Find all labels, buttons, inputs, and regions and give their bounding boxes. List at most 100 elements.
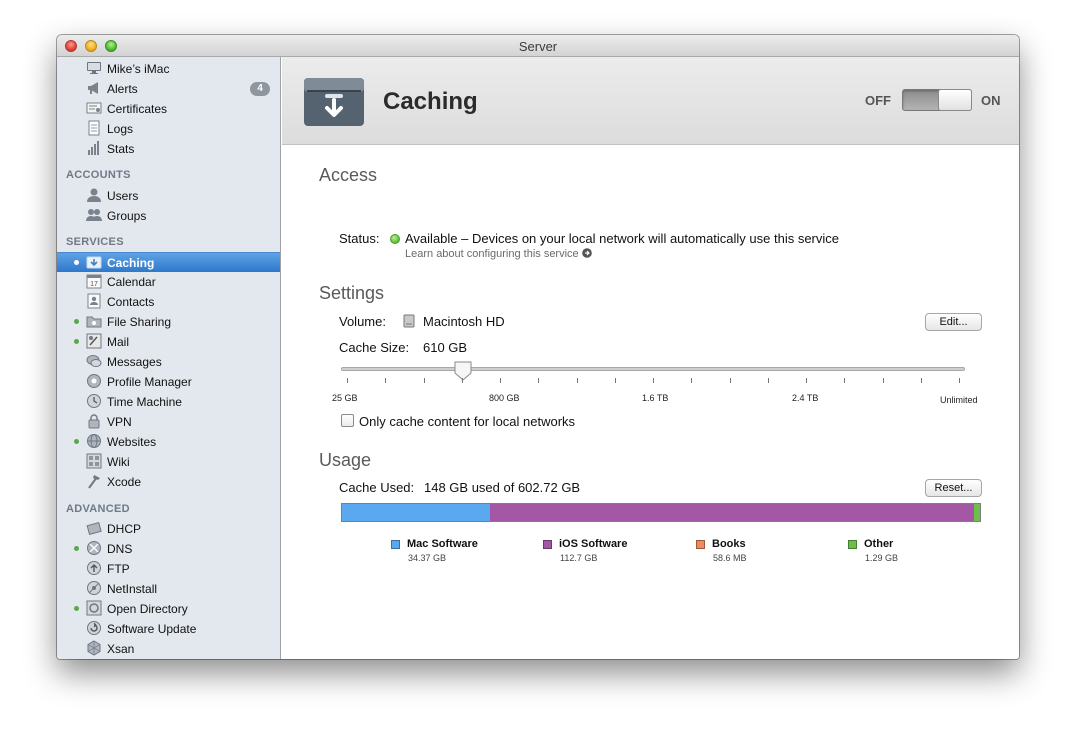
sidebar-item-contacts[interactable]: Contacts (57, 292, 280, 312)
cache-used-value: 148 GB used of 602.72 GB (424, 480, 581, 495)
cache-used-label: Cache Used: (339, 480, 415, 495)
sidebar-item-websites[interactable]: Websites (57, 432, 280, 452)
slider-tick (844, 378, 846, 383)
sidebar-item-label: Contacts (107, 295, 155, 309)
accounts-section-header: ACCOUNTS (66, 169, 131, 181)
service-active-indicator (74, 339, 79, 344)
sidebar-item-software-update[interactable]: Software Update (57, 619, 280, 639)
switch-knob[interactable] (938, 89, 972, 111)
sidebar-item-label: Mail (107, 335, 130, 349)
usage-segment (974, 504, 980, 521)
sidebar-item-mail[interactable]: Mail (57, 332, 280, 352)
calendar-icon: 17 (86, 274, 102, 289)
slider-tick (500, 378, 501, 383)
local-networks-checkbox-label[interactable]: Only cache content for local networks (359, 414, 575, 429)
legend-swatch (543, 540, 552, 549)
slider-tick (576, 378, 578, 383)
megaphone-icon (88, 82, 98, 94)
sidebar-item-xsan[interactable]: Xsan (57, 639, 280, 659)
sidebar-item-users[interactable]: Users (57, 186, 280, 206)
legend-name: Mac Software (407, 538, 478, 550)
sidebar-item-label: FTP (107, 562, 130, 576)
sidebar-item-netinstall[interactable]: NetInstall (57, 579, 280, 599)
service-on-off-switch[interactable] (902, 89, 972, 111)
server-window: Server Mike’s iMac Alerts 4 Certificates… (57, 35, 1019, 659)
slider-tick (882, 378, 884, 383)
legend-swatch (848, 540, 857, 549)
usage-segment (342, 504, 490, 521)
slider-tick-label: 1.6 TB (642, 393, 669, 403)
slider-tick (653, 378, 654, 383)
legend-swatch (696, 540, 705, 549)
sidebar-item-caching[interactable]: Caching (57, 252, 280, 272)
xcode-icon (88, 475, 100, 489)
dhcp-icon (86, 521, 102, 535)
service-active-indicator (74, 606, 79, 611)
sidebar-item-label: Messages (107, 355, 162, 369)
sidebar-item-label: Wiki (107, 455, 130, 469)
sidebar-item-stats[interactable]: Stats (57, 139, 280, 159)
cache-size-label: Cache Size: (339, 340, 410, 355)
user-icon (87, 188, 101, 202)
group-icon (86, 209, 102, 221)
sidebar-item-alerts[interactable]: Alerts 4 (57, 79, 280, 99)
cache-size-slider-track[interactable] (341, 367, 965, 371)
access-section-title: Access (319, 165, 378, 185)
learn-more-label: Learn about configuring this service (405, 248, 579, 260)
settings-section-title: Settings (319, 283, 385, 303)
sidebar-item-label: DNS (107, 542, 133, 556)
title-bar[interactable]: Server (57, 35, 1019, 57)
learn-more-link[interactable]: Learn about configuring this service (405, 248, 592, 260)
local-networks-checkbox[interactable] (341, 414, 354, 427)
sidebar-item-profile-manager[interactable]: Profile Manager (57, 372, 280, 392)
usage-section-title: Usage (319, 450, 372, 470)
sidebar-item-label: Websites (107, 435, 157, 449)
slider-tick (920, 378, 922, 383)
slider-tick (423, 378, 425, 383)
legend-value: 1.29 GB (865, 553, 899, 563)
sidebar-item-calendar[interactable]: 17 Calendar (57, 272, 280, 292)
arrow-circle-icon (581, 248, 592, 258)
sidebar-item-dns[interactable]: DNS (57, 539, 280, 559)
slider-tick (691, 378, 693, 383)
sidebar-item-label: Open Directory (107, 602, 188, 616)
sidebar-item-time-machine[interactable]: Time Machine (57, 392, 280, 412)
sidebar: Mike’s iMac Alerts 4 Certificates Logs S… (57, 57, 281, 659)
sidebar-item-wiki[interactable]: Wiki (57, 452, 280, 472)
sidebar-item-ftp[interactable]: FTP (57, 559, 280, 579)
sidebar-item-logs[interactable]: Logs (57, 119, 280, 139)
sidebar-item-label: VPN (107, 415, 132, 429)
sidebar-item-certificates[interactable]: Certificates (57, 99, 280, 119)
services-section-header: SERVICES (66, 236, 124, 248)
edit-volume-button[interactable]: Edit... (925, 313, 982, 331)
slider-tick (806, 378, 807, 383)
sidebar-item-label: Mike’s iMac (107, 62, 170, 76)
profile-manager-icon (87, 374, 101, 388)
sidebar-item-dhcp[interactable]: DHCP (57, 519, 280, 539)
sidebar-item-label: Users (107, 189, 139, 203)
sidebar-item-messages[interactable]: Messages (57, 352, 280, 372)
file-sharing-icon (86, 316, 102, 328)
cache-size-slider-knob[interactable] (454, 361, 472, 381)
slider-tick-label: 2.4 TB (792, 393, 819, 403)
reset-cache-button[interactable]: Reset... (925, 479, 982, 497)
sidebar-item-xcode[interactable]: Xcode (57, 472, 280, 492)
sidebar-item-groups[interactable]: Groups (57, 206, 280, 226)
sidebar-item-label: Certificates (107, 102, 168, 116)
certificate-icon (86, 102, 102, 114)
sidebar-item-label: Software Update (107, 622, 197, 636)
imac-icon (87, 62, 101, 74)
sidebar-item-open-directory[interactable]: Open Directory (57, 599, 280, 619)
sidebar-item-vpn[interactable]: VPN (57, 412, 280, 432)
sidebar-item-label: Alerts (107, 82, 138, 96)
window-title: Server (518, 39, 558, 54)
sidebar-item-label: Stats (107, 142, 135, 156)
service-active-indicator (74, 319, 79, 324)
cache-size-value: 610 GB (423, 340, 468, 355)
sidebar-item-file-sharing[interactable]: File Sharing (57, 312, 280, 332)
slider-tick (767, 378, 769, 383)
advanced-section-header: ADVANCED (66, 503, 130, 515)
sidebar-item-server[interactable]: Mike’s iMac (57, 59, 280, 79)
status-text: Available – Devices on your local networ… (405, 231, 840, 246)
sidebar-item-label: Logs (107, 122, 134, 136)
